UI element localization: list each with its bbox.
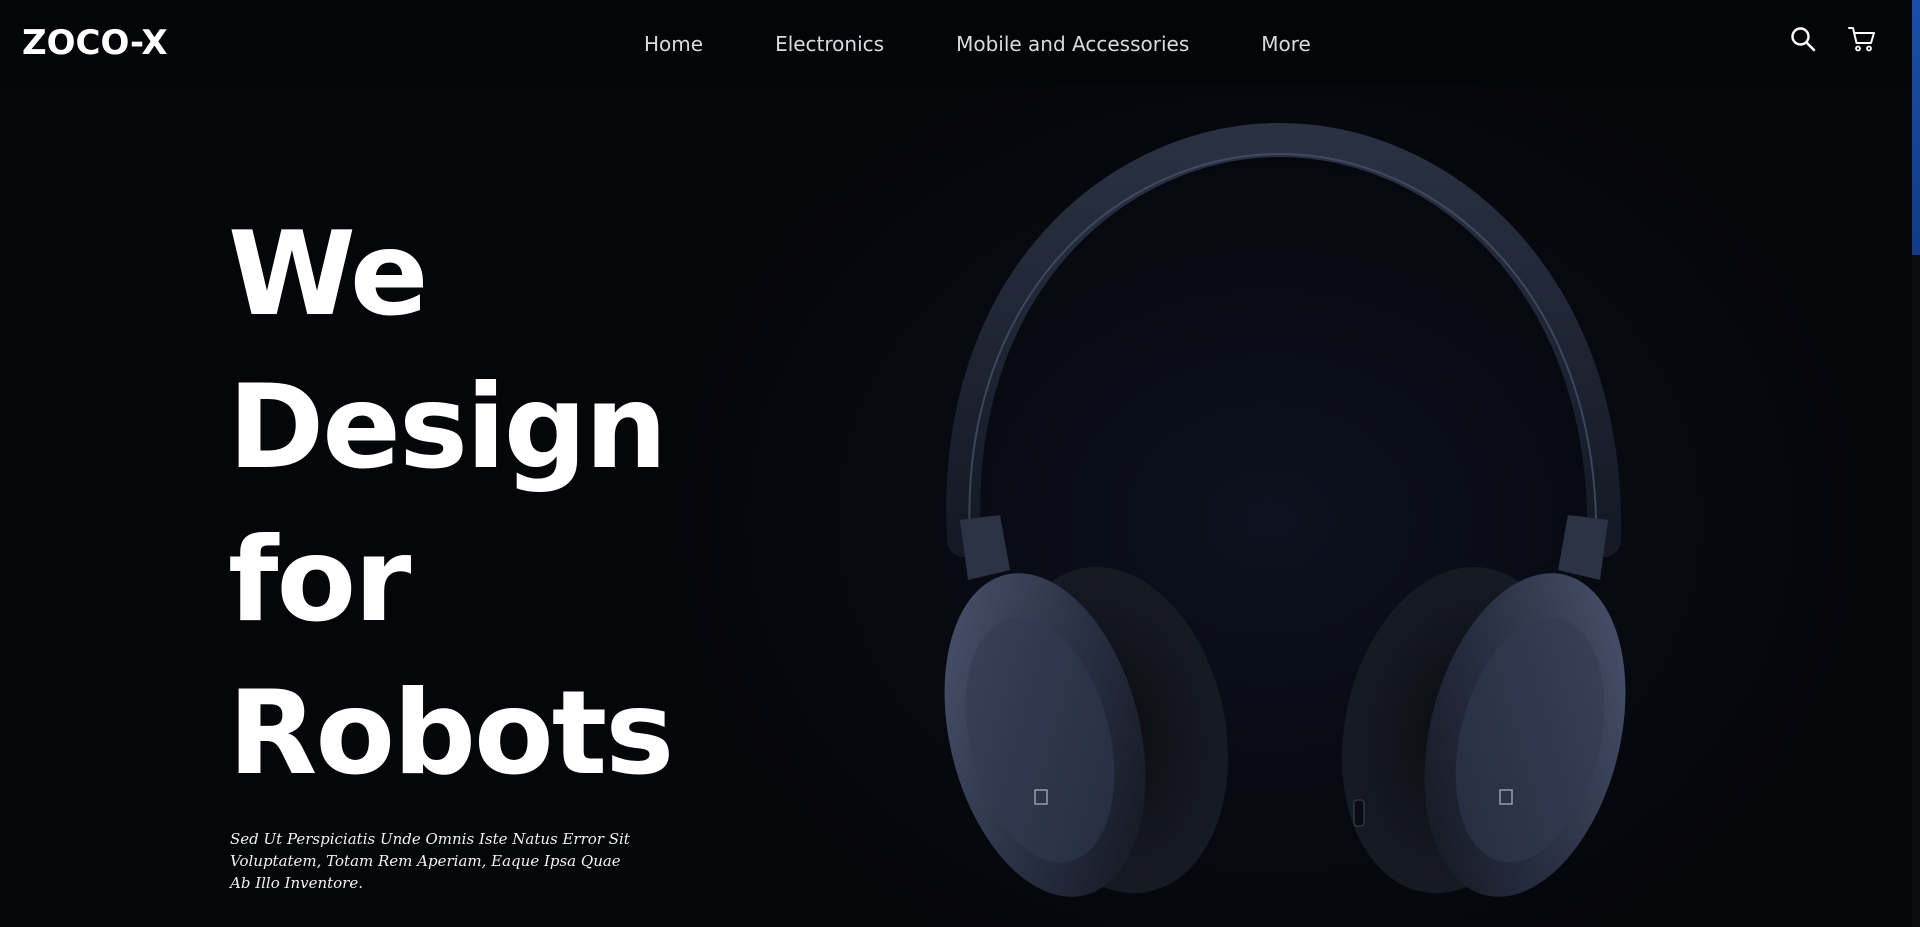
cart-button[interactable] <box>1847 24 1877 54</box>
navbar: ZOCO-X Home Electronics Mobile and Acces… <box>0 0 1920 86</box>
main-nav: Home Electronics Mobile and Accessories … <box>644 30 1311 58</box>
search-button[interactable] <box>1788 24 1818 54</box>
search-icon <box>1791 27 1816 52</box>
hero-title-line: Design <box>228 360 667 495</box>
hero-title-line: We <box>228 207 429 342</box>
page-scrollbar[interactable] <box>1912 0 1920 927</box>
page: ZOCO-X Home Electronics Mobile and Acces… <box>0 0 1920 927</box>
hero-subtitle: Sed Ut Perspiciatis Unde Omnis Iste Natu… <box>230 830 630 892</box>
hero-title: We Design for Robots <box>228 198 674 810</box>
scroll-thumb[interactable] <box>1912 0 1920 255</box>
hero-title-line: Robots <box>228 666 674 801</box>
hero-title-line: for <box>228 513 411 648</box>
brand-logo[interactable]: ZOCO-X <box>22 22 168 64</box>
headphones-image <box>940 120 1640 920</box>
nav-link-mobile-and-accessories[interactable]: Mobile and Accessories <box>956 30 1189 58</box>
nav-link-electronics[interactable]: Electronics <box>775 30 884 58</box>
nav-link-more[interactable]: More <box>1261 30 1311 58</box>
nav-link-home[interactable]: Home <box>644 30 703 58</box>
cart-icon <box>1848 27 1875 52</box>
